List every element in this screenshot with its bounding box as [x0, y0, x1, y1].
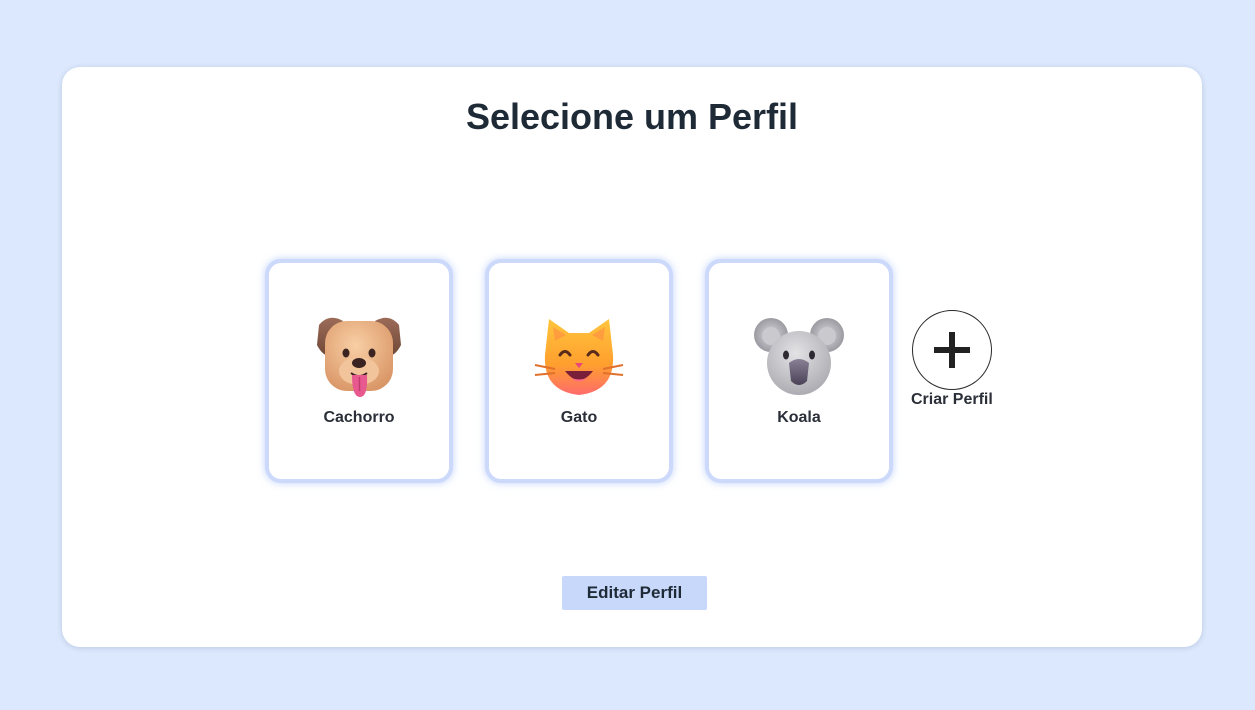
edit-profile-button[interactable]: Editar Perfil — [562, 576, 707, 610]
profile-list: Cachorro Gato Koala Criar Perfil — [265, 255, 993, 487]
create-profile-label: Criar Perfil — [911, 390, 993, 408]
page-title: Selecione um Perfil — [465, 96, 799, 137]
cat-face-icon — [533, 315, 625, 401]
profile-name: Cachorro — [323, 409, 395, 426]
koala-face-icon — [753, 315, 845, 401]
profile-name: Koala — [777, 409, 821, 426]
create-profile-button[interactable]: Criar Perfil — [911, 309, 993, 409]
profile-card-gato[interactable]: Gato — [485, 259, 673, 483]
dog-face-icon — [313, 315, 405, 401]
profile-card-cachorro[interactable]: Cachorro — [265, 259, 453, 483]
plus-icon[interactable] — [911, 309, 992, 390]
profile-name: Gato — [560, 409, 598, 426]
profile-selection-card: Selecione um Perfil Cachorro Gato Koala … — [62, 67, 1202, 647]
profile-card-koala[interactable]: Koala — [705, 259, 893, 483]
